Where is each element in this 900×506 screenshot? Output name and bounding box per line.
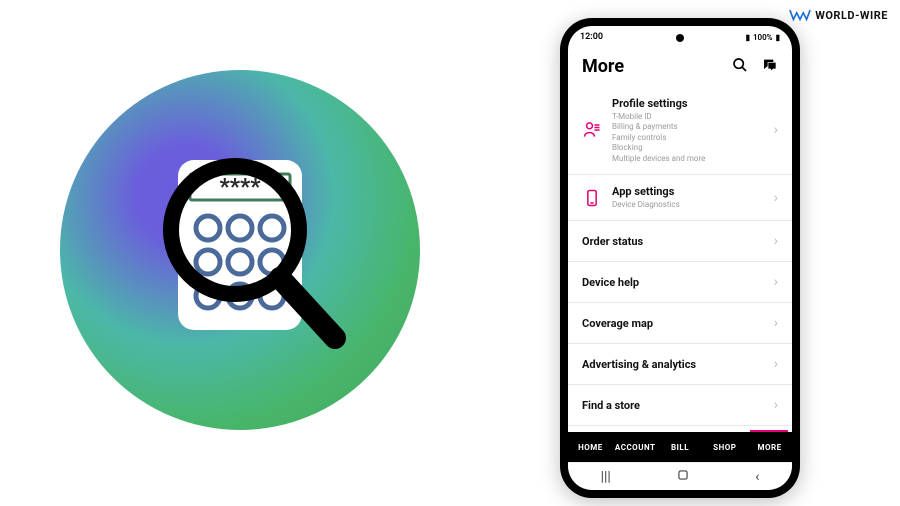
pin-mask: ****: [220, 175, 262, 200]
row-coverage-map[interactable]: Coverage map›: [568, 303, 792, 344]
row-profile-settings[interactable]: Profile settings T-Mobile ID Billing & p…: [568, 87, 792, 175]
row-sublines: Device Diagnostics: [612, 200, 764, 210]
illustration-container: ****: [60, 70, 420, 430]
row-find-store[interactable]: Find a store›: [568, 385, 792, 426]
tab-home[interactable]: HOME: [568, 443, 613, 452]
status-time: 12:00: [580, 32, 603, 42]
row-sublines: T-Mobile ID Billing & payments Family co…: [612, 112, 764, 164]
chevron-right-icon: ›: [774, 356, 778, 372]
row-title: Profile settings: [612, 97, 764, 110]
chevron-right-icon: ›: [774, 122, 778, 138]
row-device-help[interactable]: Device help›: [568, 262, 792, 303]
search-icon[interactable]: [732, 57, 748, 77]
camera-cutout: [676, 34, 684, 42]
system-nav-bar: ||| ‹: [568, 462, 792, 490]
brand-text: WORLD-WIRE: [815, 9, 888, 22]
row-order-status[interactable]: Order status›: [568, 221, 792, 262]
battery-text: 100%: [753, 33, 773, 42]
tab-bill[interactable]: BILL: [658, 443, 703, 452]
chevron-right-icon: ›: [774, 190, 778, 206]
keypad-magnifier-icon: ****: [100, 110, 380, 390]
device-icon: [582, 188, 602, 208]
chat-icon[interactable]: [762, 57, 778, 77]
chevron-right-icon: ›: [774, 274, 778, 290]
chevron-right-icon: ›: [774, 233, 778, 249]
brand-logo-icon: [789, 8, 811, 22]
home-button[interactable]: [676, 468, 690, 486]
signal-icon: ▮: [746, 33, 750, 42]
tab-account[interactable]: ACCOUNT: [613, 443, 658, 452]
phone-frame: 12:00 ▮ 100% ▮ More: [560, 18, 800, 498]
bottom-nav: HOME ACCOUNT BILL SHOP MORE: [568, 432, 792, 462]
tab-more[interactable]: MORE: [747, 443, 792, 452]
profile-icon: [582, 120, 602, 140]
recent-apps-button[interactable]: |||: [601, 469, 611, 485]
gradient-circle: ****: [60, 70, 420, 430]
phone-screen: 12:00 ▮ 100% ▮ More: [568, 26, 792, 490]
battery-icon: ▮: [776, 33, 780, 42]
row-advertising-analytics[interactable]: Advertising & analytics›: [568, 344, 792, 385]
chevron-right-icon: ›: [774, 315, 778, 331]
back-button[interactable]: ‹: [755, 469, 759, 485]
chevron-right-icon: ›: [774, 397, 778, 413]
row-title: App settings: [612, 185, 764, 198]
menu-list: Profile settings T-Mobile ID Billing & p…: [568, 87, 792, 432]
row-app-settings[interactable]: App settings Device Diagnostics ›: [568, 175, 792, 221]
page-title: More: [582, 56, 624, 77]
tab-shop[interactable]: SHOP: [702, 443, 747, 452]
brand-watermark: WORLD-WIRE: [789, 8, 888, 22]
app-header: More: [568, 48, 792, 87]
